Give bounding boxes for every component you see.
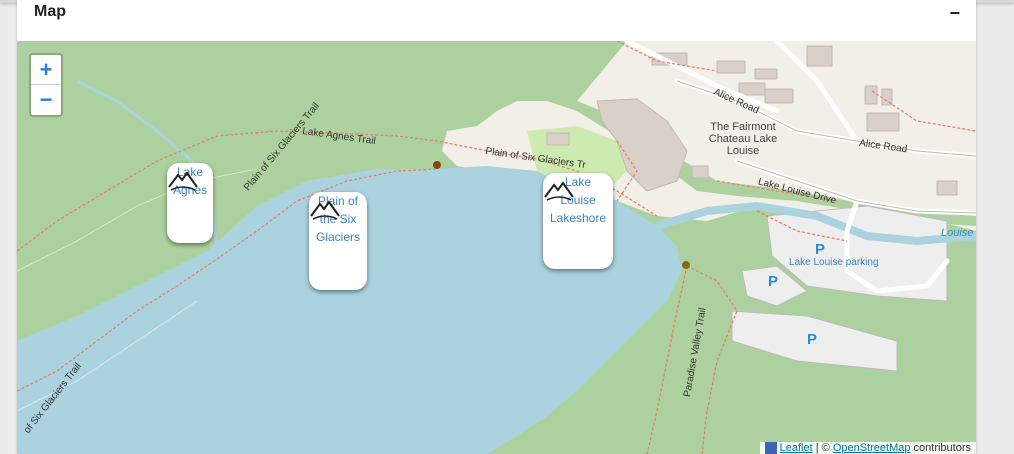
mountain-icon (310, 200, 340, 220)
map-attribution: Leaflet | © OpenStreetMap contributors (759, 441, 976, 454)
parking-symbol: P (815, 241, 826, 258)
openstreetmap-link[interactable]: OpenStreetMap (833, 442, 911, 454)
lake-edge-label: Louise (941, 227, 974, 239)
flag-icon (764, 442, 777, 454)
chateau-label: The Fairmont Chateau Lake Louise (708, 121, 778, 157)
mountain-icon (544, 181, 574, 201)
zoom-in-button[interactable]: + (31, 55, 61, 84)
leaflet-link[interactable]: Leaflet (780, 442, 813, 454)
mountain-icon (168, 171, 198, 191)
map-panel: Map − Lake Agnes Trail Plain of Six Glac… (17, 0, 976, 454)
marker-lake-louise-lakeshore[interactable]: Lake Louise Lakeshore (543, 173, 613, 269)
map-view[interactable]: Lake Agnes Trail Plain of Six Glaciers T… (17, 41, 976, 454)
collapse-button[interactable]: − (949, 3, 960, 24)
parking-symbol: P (807, 331, 818, 348)
parking-area-label: Lake Louise parking (789, 257, 879, 268)
marker-lake-agnes[interactable]: Lake Agnes (167, 163, 213, 243)
attribution-suffix: contributors (910, 441, 971, 454)
zoom-out-button[interactable]: − (31, 84, 61, 114)
map-tiles (17, 41, 976, 454)
parking-symbol: P (768, 273, 779, 290)
attribution-separator: | © (812, 441, 833, 454)
panel-title: Map (34, 3, 66, 20)
marker-plain-of-six-glaciers[interactable]: Plain of the Six Glaciers (309, 192, 367, 290)
zoom-control: + − (29, 53, 63, 117)
panel-header: Map − (17, 0, 976, 41)
